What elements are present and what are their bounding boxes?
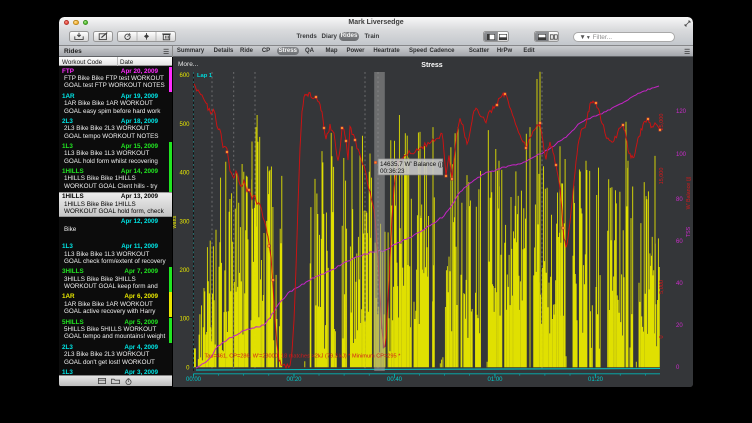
svg-text:500: 500 (179, 122, 190, 128)
svg-text:5,000: 5,000 (659, 280, 665, 294)
svg-text:Stress: Stress (421, 62, 443, 69)
svg-text:watts: watts (173, 215, 178, 229)
svg-text:0: 0 (659, 335, 665, 338)
svg-text:40: 40 (676, 281, 683, 287)
svg-text:80: 80 (676, 197, 683, 203)
svg-text:300: 300 (179, 219, 190, 225)
svg-text:100: 100 (179, 317, 190, 323)
svg-text:100: 100 (676, 152, 687, 158)
svg-text:01:20: 01:20 (588, 377, 604, 383)
svg-text:14635.7 W' Balance (j): 14635.7 W' Balance (j) (380, 161, 444, 168)
svg-text:00:36:23: 00:36:23 (380, 168, 405, 175)
svg-text:Tau=461, CP=286, W'=23000, 18: Tau=461, CP=286, W'=23000, 18 matches >2… (205, 354, 402, 360)
svg-text:120: 120 (676, 109, 687, 115)
svg-text:00:40: 00:40 (387, 377, 403, 383)
svg-text:Lap 1: Lap 1 (197, 73, 213, 79)
svg-text:00:20: 00:20 (286, 377, 302, 383)
svg-text:400: 400 (179, 171, 190, 177)
svg-text:20: 20 (676, 323, 683, 329)
svg-text:60: 60 (676, 239, 683, 245)
svg-text:200: 200 (179, 268, 190, 274)
svg-text:TSS: TSS (686, 226, 692, 237)
svg-text:25,000: 25,000 (659, 114, 665, 131)
svg-text:15,000: 15,000 (659, 168, 665, 185)
svg-text:00:00: 00:00 (186, 377, 202, 383)
svg-text:600: 600 (179, 73, 190, 79)
svg-text:W' Balance (j): W' Balance (j) (686, 176, 692, 209)
svg-text:More...: More... (178, 61, 198, 68)
svg-text:01:00: 01:00 (487, 377, 503, 383)
